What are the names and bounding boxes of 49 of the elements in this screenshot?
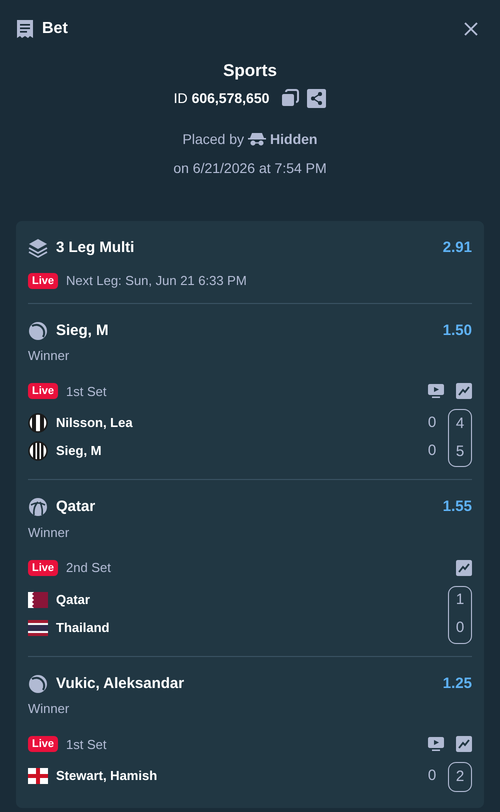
score: 0 [426, 766, 438, 786]
tv-icon[interactable] [428, 384, 444, 399]
score: 2 [454, 766, 466, 787]
competitor-name: Nilsson, Lea [56, 414, 133, 432]
leg-odds: 1.55 [442, 497, 472, 517]
score: 0 [454, 618, 466, 638]
live-badge: Live [28, 272, 58, 289]
placed-date: on 6/21/2026 at 7:54 PM [173, 158, 327, 178]
selection-name: Vukic, Aleksandar [56, 674, 184, 694]
period-label: 2nd Set [66, 559, 111, 577]
competitor-name: Sieg, M [56, 442, 102, 460]
live-badge: Live [28, 560, 58, 576]
score: 1 [454, 590, 466, 610]
tv-icon[interactable] [428, 736, 444, 752]
chart-icon[interactable] [456, 560, 472, 576]
live-badge: Live [28, 736, 58, 752]
period-label: 1st Set [66, 736, 106, 754]
score: 0 [426, 440, 438, 461]
period-label: 1st Set [66, 382, 106, 400]
score: 4 [454, 414, 466, 434]
user-name: Hidden [270, 130, 318, 148]
total-odds: 2.91 [442, 238, 472, 258]
ticket-icon [16, 19, 34, 39]
layers-icon [28, 238, 48, 258]
next-leg-time: Next Leg: Sun, Jun 21 6:33 PM [66, 272, 247, 290]
market-name: Winner [28, 347, 70, 365]
modal-title: Bet [42, 19, 68, 39]
chart-icon[interactable] [456, 383, 472, 400]
competitor-name: Thailand [56, 618, 110, 637]
incognito-icon [248, 132, 266, 146]
score: 5 [454, 442, 466, 462]
id-label: ID [174, 88, 188, 108]
chart-icon[interactable] [456, 736, 472, 752]
live-badge: Live [28, 383, 58, 400]
placed-by-label: Placed by [182, 130, 244, 149]
score: 0 [426, 412, 438, 433]
copy-button[interactable] [281, 89, 300, 107]
competitor-name: Stewart, Hamish [56, 767, 158, 786]
selection-name: Sieg, M [56, 320, 109, 340]
selection-name: Qatar [56, 497, 96, 517]
share-button[interactable] [307, 88, 326, 108]
market-name: Winner [28, 700, 70, 718]
bet-id: 606,578,650 [192, 88, 270, 108]
bet-category: Sports [223, 60, 277, 82]
market-name: Winner [28, 524, 70, 542]
leg-odds: 1.25 [442, 674, 472, 694]
multi-title: 3 Leg Multi [56, 238, 134, 258]
competitor-name: Qatar [56, 590, 90, 609]
leg-odds: 1.50 [442, 320, 472, 340]
